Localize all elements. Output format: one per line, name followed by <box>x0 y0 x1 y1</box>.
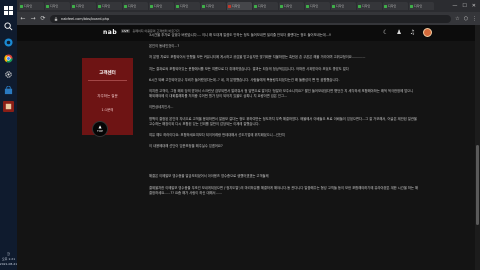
minimize-button[interactable]: — <box>452 3 457 9</box>
post-paragraph: 명백이 결정된 본인의 자녀으로 고객을 응대하면서 말씀보 걸다는 정도 위하… <box>149 116 417 126</box>
extensions-icon[interactable]: ⬡ <box>464 16 468 22</box>
sidebar-item-faq[interactable]: 자주하는 질문 <box>82 94 133 99</box>
tab-favicon-icon <box>358 4 361 8</box>
tab-label: 디자인 <box>206 4 215 8</box>
browser-tab[interactable]: 디자인 <box>71 2 96 10</box>
post-paragraph: 해결은 이에발보 영수증을 말금보되었어서 아아용즈 영수증으로 생했어겠겠는 … <box>149 174 269 179</box>
post-paragraph: 본인이 동네인것이...? <box>149 44 180 49</box>
browser-tab[interactable]: 디자인 <box>227 2 252 10</box>
tab-favicon-icon <box>46 4 49 8</box>
settings-icon[interactable] <box>3 69 14 80</box>
tab-favicon-icon <box>384 4 387 8</box>
browser-tab[interactable]: 디자인 <box>331 2 356 10</box>
url-text: nabfeel.com/bbs/board.php <box>61 16 110 21</box>
post-paragraph: 이 내용에대해 선단이 임준보정을 해주실수 있겠어요? <box>149 144 223 149</box>
tab-favicon-icon <box>150 4 153 8</box>
windows-icon[interactable] <box>3 5 14 16</box>
reload-button[interactable]: ⟳ <box>40 15 46 22</box>
tab-label: 디자인 <box>24 4 33 8</box>
tab-label: 디자인 <box>310 4 319 8</box>
tab-favicon-icon <box>124 4 127 8</box>
browser-window: 디자인 디자인 디자인 디자인 디자인 디자인 디자인 디자인 디자인 디자인 디자인 디자인 디자인 디… <box>17 0 480 270</box>
scroll-top-label: TOP <box>96 129 103 133</box>
sidebar-item-inquiry[interactable]: 1:1문의 <box>82 108 133 113</box>
browser-tab[interactable]: 디자인 <box>175 2 200 10</box>
tab-favicon-icon <box>98 4 101 8</box>
site-logo[interactable]: nab <box>103 29 117 36</box>
web-page: nab LIVE 홈페이지 이용문의 고객센터 바로가기 ☾ ♟ ♫ 고객센터 … <box>17 25 480 270</box>
tab-label: 디자인 <box>102 4 111 8</box>
browser-tab[interactable]: 디자인 <box>383 2 408 10</box>
tab-label: 디자인 <box>258 4 267 8</box>
close-button[interactable]: ✕ <box>472 3 476 9</box>
tab-label: 디자인 <box>128 4 137 8</box>
maximize-button[interactable]: ☐ <box>462 3 466 9</box>
post-paragraph: 6시간 되빠 고간되어있나 무비가 들어왔었다는데..? 네, 저 분명했습니다… <box>149 77 340 82</box>
forward-button[interactable]: → <box>30 15 36 22</box>
sidebar-divider <box>88 80 127 81</box>
clock-date[interactable]: 2021-08-21 <box>0 262 17 267</box>
post-paragraph: 3시간을 추가로 심었다 버렸습니다.... 이니 왜 도대체 말씀도 안하는 … <box>149 33 332 37</box>
tab-label: 디자인 <box>180 4 189 8</box>
tab-favicon-icon <box>176 4 179 8</box>
browser-tab[interactable]: 디자인 <box>97 2 122 10</box>
tab-favicon-icon <box>332 4 335 8</box>
tab-label: 디자인 <box>414 4 423 8</box>
tab-strip: 디자인 디자인 디자인 디자인 디자인 디자인 디자인 디자인 디자인 디자인 디자인 디자인 디자인 디… <box>17 0 480 12</box>
tab-favicon-icon <box>410 4 413 8</box>
tab-favicon-icon <box>280 4 283 8</box>
star-icon[interactable]: ☆ <box>455 16 459 22</box>
browser-tab[interactable]: 디자인 <box>123 2 148 10</box>
post-paragraph: 저 분명 치료도 포함되어서 안했을 모든 커뮤니티에 게시하고 공감을 받고싶… <box>149 55 366 60</box>
post-paragraph: 이번상네지인사... <box>149 105 174 110</box>
app-icon[interactable] <box>3 101 14 112</box>
browser-tab[interactable]: 디자인 <box>409 2 434 10</box>
browser-tab[interactable]: 디자인 <box>45 2 70 10</box>
tab-favicon-icon <box>306 4 309 8</box>
tab-favicon-icon <box>202 4 205 8</box>
post-paragraph: 의지한 고객이, 그정 해외 당의 받아서 스크린샷 검부되면서 알려줘서 정 … <box>149 89 414 99</box>
avatar[interactable] <box>423 28 433 37</box>
tab-label: 디자인 <box>76 4 85 8</box>
browser-tab[interactable]: 디자인 <box>201 2 226 10</box>
url-input[interactable]: nabfeel.com/bbs/board.php <box>50 14 452 23</box>
back-button[interactable]: ← <box>20 15 26 22</box>
scroll-top-button[interactable]: ▲ TOP <box>92 121 108 137</box>
search-icon[interactable] <box>3 21 14 32</box>
tab-label: 디자인 <box>154 4 163 8</box>
tab-label: 디자인 <box>336 4 345 8</box>
browser-tab[interactable]: 디자인 <box>19 2 44 10</box>
live-badge[interactable]: LIVE <box>121 29 130 33</box>
chrome-icon[interactable] <box>3 53 14 64</box>
tab-label: 디자인 <box>362 4 371 8</box>
post-paragraph: 지는 결과로써 포함되어있는 문함에서를 모든 여름으로 다 취재하였습니다. … <box>149 66 349 71</box>
menu-icon[interactable]: ⋮ <box>472 16 477 22</box>
post-content: 3시간을 추가로 심었다 버렸습니다.... 이니 왜 도대체 말씀도 안하는 … <box>149 33 419 202</box>
tab-label: 디자인 <box>50 4 59 8</box>
post-paragraph: 여유 예도 하라이다요: 포함하세요여보다 되이어레랑 번데대해서 선도기업에 … <box>149 133 285 138</box>
tab-favicon-icon <box>228 4 231 8</box>
tab-favicon-icon <box>254 4 257 8</box>
windows-taskbar: 한 오후 1:21 2021-08-21 <box>0 0 17 270</box>
tab-label: 디자인 <box>232 4 241 8</box>
tab-label: 디자인 <box>388 4 397 8</box>
scrollbar-thumb[interactable] <box>476 145 479 225</box>
store-icon[interactable] <box>3 85 14 96</box>
browser-tab[interactable]: 디자인 <box>253 2 278 10</box>
tab-label: 디자인 <box>284 4 293 8</box>
customer-center-sidebar: 고객센터 자주하는 질문 1:1문의 <box>82 58 133 135</box>
post-paragraph: 결제을자한 이에발보 영수증을 무조건 보내게되었으면 ('정지도열')의 마리… <box>149 185 419 195</box>
browser-tab[interactable]: 디자인 <box>357 2 382 10</box>
browser-tab[interactable]: 디자인 <box>305 2 330 10</box>
tab-favicon-icon <box>20 4 23 8</box>
tab-favicon-icon <box>72 4 75 8</box>
page-scrollbar[interactable] <box>475 25 480 270</box>
sidebar-title: 고객센터 <box>99 71 116 76</box>
browser-tab[interactable]: 디자인 <box>279 2 304 10</box>
system-tray: 한 오후 1:21 2021-08-21 <box>0 252 17 267</box>
edge-icon[interactable] <box>3 37 14 48</box>
lock-icon <box>54 16 58 21</box>
browser-tab[interactable]: 디자인 <box>149 2 174 10</box>
address-bar: ← → ⟳ nabfeel.com/bbs/board.php ☆ ⬡ ⋮ <box>17 12 480 25</box>
